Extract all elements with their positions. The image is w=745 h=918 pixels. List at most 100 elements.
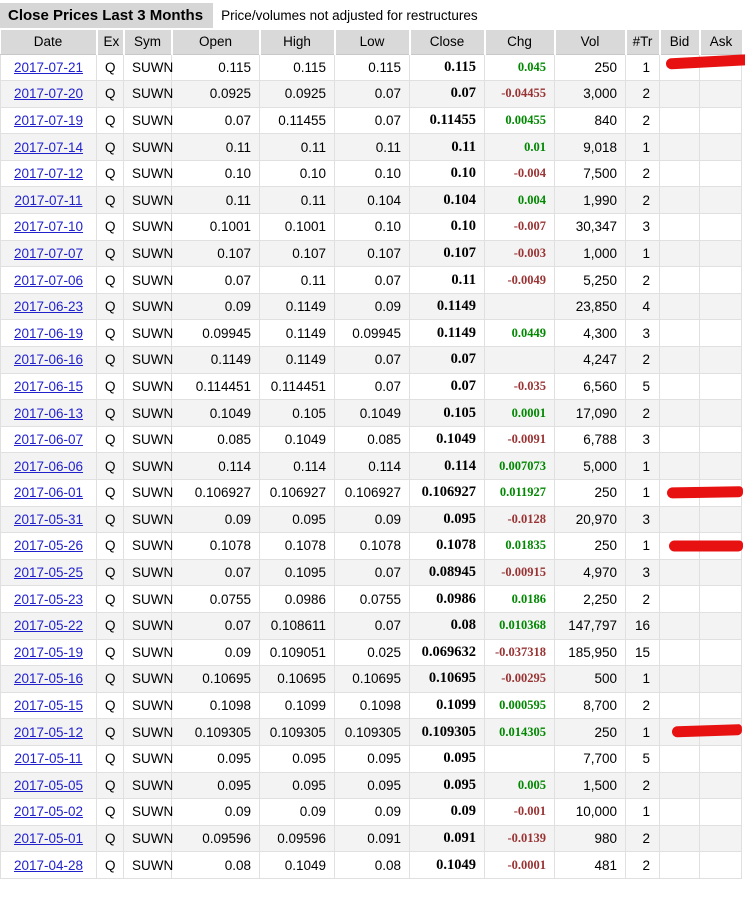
cell-open: 0.1001 [171,213,260,241]
date-link[interactable]: 2017-05-15 [14,698,83,713]
cell-low: 0.08 [334,851,410,879]
date-link[interactable]: 2017-06-16 [14,352,83,367]
date-link[interactable]: 2017-07-12 [14,166,83,181]
cell-high: 0.107 [259,239,335,268]
cell-change: -0.003 [484,239,555,268]
date-link[interactable]: 2017-07-10 [14,219,83,234]
cell-symbol: SUWN [123,80,173,108]
date-link[interactable]: 2017-06-06 [14,459,83,474]
cell-volume: 250 [554,718,626,746]
cell-ask [699,372,742,401]
column-header-bid: Bid [658,30,700,55]
cell-close: 0.1049 [409,851,485,879]
cell-volume: 23,850 [554,292,626,321]
cell-open: 0.08 [171,851,260,879]
cell-open: 0.085 [171,425,260,454]
cell-date: 2017-06-16 [0,346,97,374]
cell-exchange: Q [96,744,124,773]
date-link[interactable]: 2017-04-28 [14,858,83,873]
cell-open: 0.1078 [171,532,260,560]
date-link[interactable]: 2017-05-19 [14,645,83,660]
cell-ask [699,824,742,853]
table-row: 2017-06-15 Q SUWN 0.114451 0.114451 0.07 0.07-… [0,372,742,401]
cell-exchange: Q [96,186,124,215]
date-link[interactable]: 2017-07-07 [14,246,83,261]
cell-open: 0.11 [171,133,260,161]
cell-open: 0.07 [171,611,260,640]
cell-date: 2017-05-02 [0,798,97,826]
cell-exchange: Q [96,611,124,640]
date-link[interactable]: 2017-07-11 [14,193,82,208]
date-link[interactable]: 2017-06-15 [14,379,83,394]
date-link[interactable]: 2017-07-14 [14,140,83,155]
cell-exchange: Q [96,159,124,188]
cell-low: 0.1078 [334,532,410,560]
date-link[interactable]: 2017-06-13 [14,406,83,421]
date-link[interactable]: 2017-07-20 [14,86,83,101]
date-link[interactable]: 2017-07-19 [14,113,83,128]
date-link[interactable]: 2017-05-01 [14,831,83,846]
cell-bid [659,186,700,215]
date-link[interactable]: 2017-05-12 [14,725,83,740]
table-row: 2017-07-14 Q SUWN 0.11 0.11 0.11 0.11 0.01 9,018… [0,133,742,161]
cell-trades: 16 [625,611,660,640]
cell-ask [699,80,742,108]
cell-ask [699,106,742,135]
date-link[interactable]: 2017-07-21 [14,60,83,75]
cell-date: 2017-05-15 [0,691,97,720]
date-link[interactable]: 2017-05-22 [14,618,83,633]
cell-close: 0.095 [409,505,485,534]
date-link[interactable]: 2017-07-06 [14,273,83,288]
cell-trades: 2 [625,266,660,294]
cell-bid [659,106,700,135]
cell-ask [699,186,742,215]
table-row: 2017-05-26 Q SUWN 0.1078 0.1078 0.1078 0.1078 0… [0,532,743,560]
table-row: 2017-05-16 Q SUWN 0.10695 0.10695 0.10695 0.10… [0,665,742,693]
date-link[interactable]: 2017-06-23 [14,299,83,314]
disclaimer-text: Price/volumes not adjusted for restructu… [221,8,478,23]
date-link[interactable]: 2017-05-23 [14,592,83,607]
date-link[interactable]: 2017-05-11 [14,751,82,766]
cell-trades: 2 [625,824,660,853]
cell-bid [659,319,700,348]
cell-low: 0.09945 [334,319,410,348]
cell-ask [699,798,742,826]
cell-date: 2017-07-06 [0,266,97,294]
cell-change: 0.01835 [484,532,555,560]
cell-exchange: Q [96,479,124,507]
cell-date: 2017-07-21 [0,53,97,82]
cell-date: 2017-05-12 [0,718,97,746]
cell-change: 0.005 [484,771,555,800]
date-link[interactable]: 2017-05-16 [14,671,83,686]
cell-open: 0.09945 [171,319,260,348]
cell-volume: 185,950 [554,638,626,667]
cell-open: 0.114 [171,452,260,480]
date-link[interactable]: 2017-05-02 [14,804,83,819]
cell-close: 0.095 [409,771,485,800]
cell-symbol: SUWN [123,585,173,613]
date-link[interactable]: 2017-05-26 [14,538,83,553]
cell-ask [699,213,742,241]
cell-volume: 8,700 [554,691,626,720]
date-link[interactable]: 2017-06-07 [14,432,83,447]
cell-change: -0.00295 [484,665,555,693]
cell-bid [659,266,700,294]
date-link[interactable]: 2017-05-25 [14,565,83,580]
cell-date: 2017-06-15 [0,372,97,401]
cell-bid [659,585,700,613]
date-link[interactable]: 2017-06-19 [14,326,83,341]
cell-change [484,346,555,374]
date-link[interactable]: 2017-05-05 [14,778,83,793]
date-link[interactable]: 2017-05-31 [14,512,83,527]
cell-close: 0.091 [409,824,485,853]
cell-volume: 250 [554,53,626,82]
cell-low: 0.07 [334,372,410,401]
date-link[interactable]: 2017-06-01 [14,485,83,500]
cell-date: 2017-07-07 [0,239,97,268]
cell-high: 0.1149 [259,346,335,374]
cell-bid [659,425,700,454]
cell-close: 0.09 [409,798,485,826]
cell-close: 0.11 [409,133,485,161]
cell-trades: 1 [625,479,660,507]
cell-symbol: SUWN [123,638,173,667]
